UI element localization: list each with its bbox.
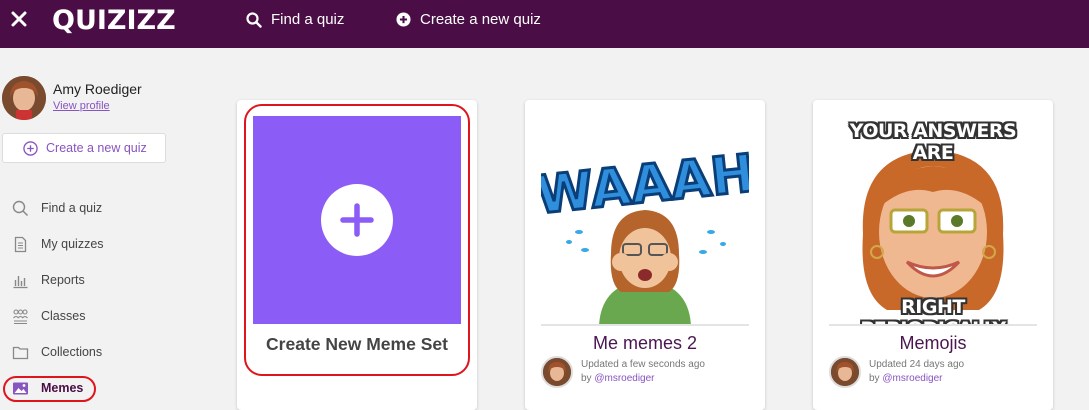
sidebar-item-label: My quizzes (41, 237, 104, 251)
plus-icon (321, 184, 393, 256)
close-icon[interactable] (10, 10, 28, 28)
sidebar: Amy Roediger View profile Create a new q… (0, 48, 180, 408)
sidebar-item-my-quizzes[interactable]: My quizzes (0, 226, 180, 262)
author-prefix: by (581, 373, 592, 384)
bar-chart-icon (13, 275, 28, 288)
sidebar-item-collections[interactable]: Collections (0, 334, 180, 370)
meme-set-card[interactable]: WAAAH Me memes 2 Updated a few seconds a… (525, 100, 765, 410)
search-icon (246, 11, 262, 28)
author-line: by @msroediger (581, 373, 655, 384)
meme-set-meta: Updated 24 days ago by @msroediger (829, 356, 1039, 390)
sidebar-item-memes[interactable]: Memes (0, 370, 180, 406)
sidebar-item-label: Classes (41, 309, 86, 323)
sidebar-item-label: Reports (41, 273, 85, 287)
user-profile: Amy Roediger View profile (2, 76, 178, 122)
author-prefix: by (869, 373, 880, 384)
profile-name: Amy Roediger (53, 81, 142, 97)
meme-caption-top: YOUR ANSWERS ARE (849, 120, 1017, 164)
nav-find-quiz[interactable]: Find a quiz (246, 11, 344, 28)
create-meme-set-title: Create New Meme Set (266, 334, 448, 354)
updated-time: Updated 24 days ago (869, 359, 965, 370)
view-profile-link[interactable]: View profile (53, 100, 110, 112)
meme-thumbnail[interactable]: YOUR ANSWERS ARE RIGHT PERIODICALLY (829, 114, 1037, 326)
avatar (829, 356, 861, 388)
sidebar-menu: Find a quiz My quizzes Reports Classes C… (0, 190, 180, 406)
sidebar-item-label: Find a quiz (41, 201, 103, 215)
plus-circle-icon (23, 140, 38, 156)
updated-time: Updated a few seconds ago (581, 359, 705, 370)
quizizz-logo[interactable]: QUIZIZZ (52, 5, 176, 36)
avatar (541, 356, 573, 388)
search-icon (12, 200, 29, 216)
avatar[interactable] (2, 76, 46, 120)
sidebar-item-find-quiz[interactable]: Find a quiz (0, 190, 180, 226)
meme-set-title[interactable]: Me memes 2 (525, 333, 765, 354)
create-new-quiz-button[interactable]: Create a new quiz (2, 133, 166, 163)
meme-set-card[interactable]: YOUR ANSWERS ARE RIGHT PERIODICALLY Memo… (813, 100, 1053, 410)
author-link[interactable]: @msroediger (882, 373, 942, 384)
meme-caption-bottom: RIGHT PERIODICALLY (860, 296, 1006, 324)
meme-thumbnail[interactable]: WAAAH (541, 114, 749, 326)
create-new-quiz-label: Create a new quiz (46, 141, 147, 155)
meme-set-meta: Updated a few seconds ago by @msroediger (541, 356, 751, 390)
top-navigation-bar: QUIZIZZ Find a quiz Create a new quiz (0, 0, 1089, 48)
sidebar-item-label: Collections (41, 345, 103, 359)
author-line: by @msroediger (869, 373, 943, 384)
meme-set-title[interactable]: Memojis (813, 333, 1053, 354)
author-link[interactable]: @msroediger (594, 373, 654, 384)
create-meme-set-card[interactable]: Create New Meme Set (237, 100, 477, 410)
plus-circle-icon (396, 12, 411, 27)
people-icon (13, 308, 28, 324)
nav-create-quiz-label: Create a new quiz (420, 11, 541, 28)
highlight-annotation (3, 376, 96, 402)
sidebar-item-classes[interactable]: Classes (0, 298, 180, 334)
folder-icon (12, 346, 29, 359)
create-meme-set-tile[interactable] (253, 116, 461, 324)
nav-create-quiz[interactable]: Create a new quiz (396, 11, 541, 28)
sidebar-item-reports[interactable]: Reports (0, 262, 180, 298)
nav-find-quiz-label: Find a quiz (271, 11, 345, 28)
document-icon (14, 236, 27, 252)
